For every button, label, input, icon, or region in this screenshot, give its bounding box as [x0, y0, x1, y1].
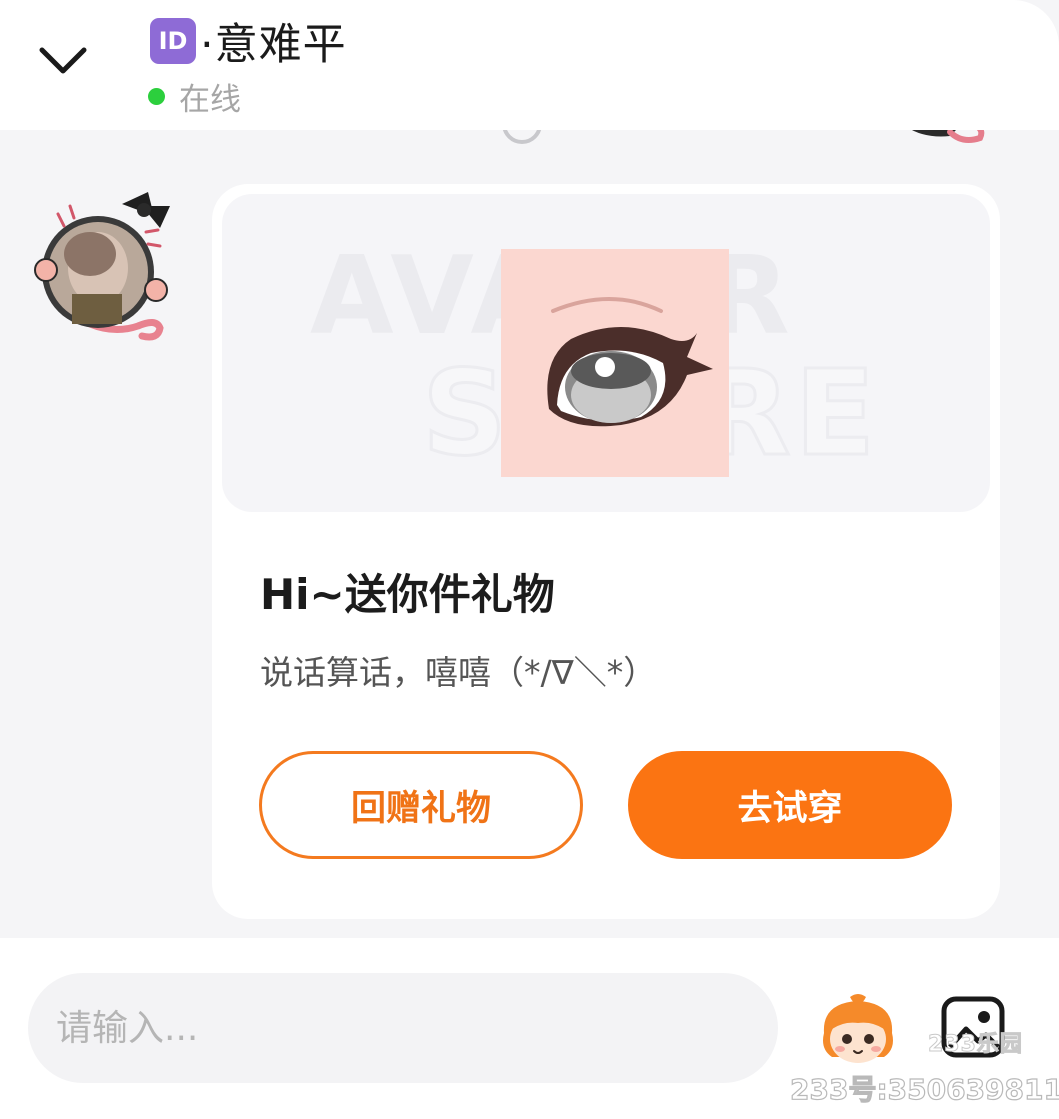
return-gift-button[interactable]: 回赠礼物 [259, 751, 583, 859]
status-label: 在线 [179, 82, 241, 118]
gift-description: 说话算话，嘻嘻（*/∇＼*） [260, 653, 657, 692]
chat-title: ID ·意难平 [150, 10, 347, 72]
gift-card[interactable]: AVATAR STORE Hi~送你件礼物 说话算话，嘻嘻（*/∇＼*） 回赠礼… [212, 184, 1000, 919]
id-badge-icon: ID [150, 18, 196, 64]
gift-banner: AVATAR STORE [222, 194, 990, 512]
contact-name: ·意难平 [200, 20, 347, 70]
online-status: 在线 [148, 74, 241, 119]
try-on-button[interactable]: 去试穿 [628, 751, 952, 859]
app-watermark-id: 233号:350639811 [789, 1072, 1059, 1106]
collapse-chevron-icon[interactable] [32, 38, 94, 84]
eye-item-preview-image [501, 249, 729, 477]
chat-screen: ID ·意难平 在线 AVATAR STORE [0, 0, 1059, 1119]
gift-title: Hi~送你件礼物 [260, 570, 555, 619]
online-dot-icon [148, 88, 165, 105]
app-watermark-logo: 233乐园 [928, 1032, 1023, 1058]
message-input[interactable] [28, 973, 778, 1083]
sender-avatar[interactable] [30, 184, 175, 344]
mascot-emoji-icon[interactable] [812, 993, 904, 1065]
chat-header: ID ·意难平 在线 [0, 0, 1059, 130]
input-bar: 233乐园 233号:350639811 [0, 938, 1059, 1119]
